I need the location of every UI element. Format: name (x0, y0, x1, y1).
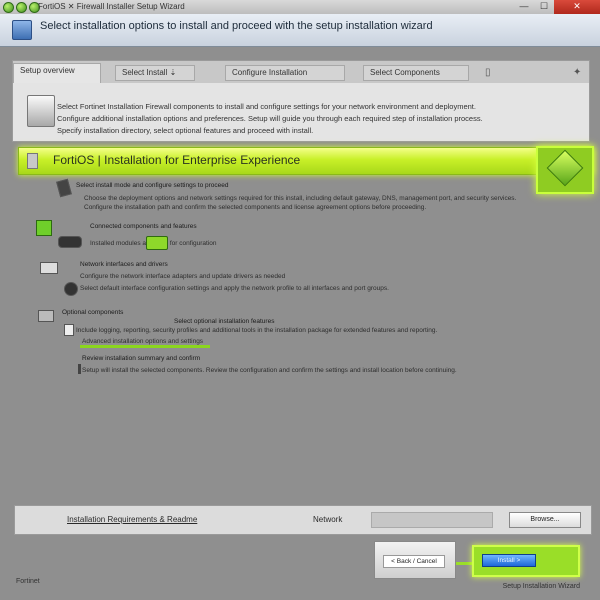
list-item: Review installation summary and confirm … (82, 354, 572, 375)
network-label: Network (313, 515, 343, 524)
list-item-text: Setup will install the selected componen… (82, 367, 457, 374)
list-item-subheading: Select optional installation features (174, 318, 275, 325)
drive-icon (27, 95, 55, 127)
list-item-text: Installed modules available for configur… (90, 240, 217, 247)
bottom-panel: Installation Requirements & Readme Netwo… (14, 505, 592, 535)
pin-icon[interactable]: ✦ (573, 67, 581, 78)
toggle-switch[interactable] (146, 236, 168, 250)
scroll-handle-icon[interactable]: ▯ (485, 67, 491, 78)
tab-select-components[interactable]: Select Components (363, 65, 469, 81)
network-field[interactable] (371, 512, 493, 528)
network-icon (40, 262, 58, 274)
panel-line: Configure additional installation option… (57, 114, 483, 123)
list-item-text: Select default interface configuration s… (80, 285, 389, 292)
window-controls: — ☐ ✕ (514, 0, 600, 14)
list-item: Optional components Select optional inst… (62, 308, 572, 346)
list-item-heading: Network interfaces and drivers (80, 261, 168, 268)
footer-caption: Setup Installation Wizard (502, 583, 580, 590)
header-instructions: Select installation options to install a… (40, 20, 433, 32)
component-icon (36, 220, 52, 236)
pen-icon (56, 178, 72, 198)
list-item-heading: Connected components and features (90, 223, 197, 230)
progress-indicator (80, 345, 210, 348)
highlight-banner: FortiOS | Installation for Enterprise Ex… (18, 147, 594, 175)
close-button[interactable]: ✕ (554, 0, 600, 14)
tab-configure-installation[interactable]: Configure Installation (225, 65, 345, 81)
setup-panel: Setup overview Select Install ⇣ Configur… (12, 60, 590, 142)
hardware-icon (58, 236, 82, 248)
browse-button[interactable]: Browse... (509, 512, 581, 528)
list-item: Connected components and features Instal… (90, 222, 390, 248)
tab-strip: Setup overview Select Install ⇣ Configur… (13, 61, 589, 84)
requirements-link[interactable]: Installation Requirements & Readme (67, 515, 197, 524)
installer-icon (12, 20, 32, 40)
list-item-text: Configure the installation path and conf… (84, 204, 427, 211)
window-titlebar: FortiOS ✕ Firewall Installer Setup Wizar… (0, 0, 600, 15)
optional-icon (38, 310, 54, 322)
panel-line: Select Fortinet Installation Firewall co… (57, 102, 476, 111)
list-item: Select install mode and configure settin… (76, 181, 576, 212)
minimize-button[interactable]: — (514, 0, 534, 14)
banner-title: FortiOS | Installation for Enterprise Ex… (53, 153, 301, 167)
status-dot-icon (16, 2, 27, 13)
install-button[interactable]: Install > (472, 545, 580, 577)
footer-brand: Fortinet (16, 578, 40, 585)
list-item-text: Include logging, reporting, security pro… (76, 327, 438, 334)
tab-setup-overview[interactable]: Setup overview (13, 63, 101, 83)
panel-line: Specify installation directory, select o… (57, 126, 314, 135)
window-status-dots (3, 2, 40, 13)
banner-marker-icon (27, 153, 38, 169)
window-title: FortiOS ✕ Firewall Installer Setup Wizar… (38, 2, 185, 11)
item-marker-icon (78, 364, 81, 374)
tab-select-install[interactable]: Select Install ⇣ (115, 65, 195, 81)
list-item: Network interfaces and drivers Configure… (80, 260, 570, 293)
driver-icon (64, 282, 78, 296)
back-button[interactable]: < Back / Cancel (374, 541, 456, 579)
wizard-header: Select installation options to install a… (0, 14, 600, 47)
list-item-text: Configure the network interface adapters… (80, 273, 286, 280)
list-item-heading: Optional components (62, 309, 124, 316)
panel-body: Select Fortinet Installation Firewall co… (13, 83, 589, 141)
install-button-label: Install > (482, 554, 536, 567)
panel-description: Select Fortinet Installation Firewall co… (57, 101, 577, 137)
list-item-heading: Select install mode and configure settin… (76, 182, 229, 189)
maximize-button[interactable]: ☐ (534, 0, 554, 14)
list-item-heading: Review installation summary and confirm (82, 355, 201, 362)
status-dot-icon (3, 2, 14, 13)
list-item-text: Choose the deployment options and networ… (84, 195, 517, 202)
back-button-label: < Back / Cancel (383, 555, 445, 568)
